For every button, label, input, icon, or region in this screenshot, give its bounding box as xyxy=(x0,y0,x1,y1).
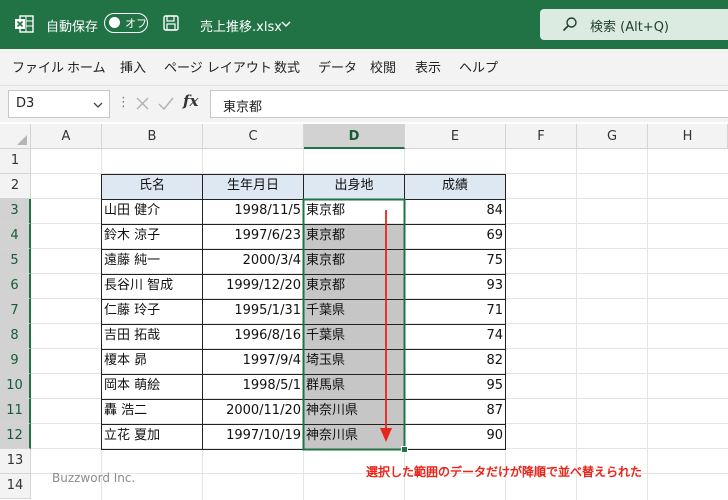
sort-direction-arrow-icon xyxy=(380,210,392,442)
cell-score[interactable]: 75 xyxy=(405,249,503,274)
excel-logo-icon[interactable] xyxy=(14,14,34,34)
annotation-note: 選択した範囲のデータだけが降順で並べ替えられた xyxy=(366,465,643,479)
cell-score[interactable]: 82 xyxy=(405,349,503,374)
cell-birthdate[interactable]: 2000/3/4 xyxy=(203,249,301,274)
watermark: Buzzword Inc. xyxy=(52,471,136,485)
table-header-score[interactable]: 成績 xyxy=(405,174,505,199)
tab-help[interactable]: ヘルプ xyxy=(459,57,498,76)
cell-name[interactable]: 吉田 拓哉 xyxy=(104,324,201,349)
enter-check-icon[interactable] xyxy=(158,96,174,111)
table-header-birthdate[interactable]: 生年月日 xyxy=(203,174,303,199)
formula-bar-grip-icon[interactable]: ⋮ xyxy=(117,95,130,110)
tab-data[interactable]: データ xyxy=(318,57,357,76)
cell-birthdate[interactable]: 1996/8/16 xyxy=(203,324,301,349)
table-header-birthplace[interactable]: 出身地 xyxy=(304,174,404,199)
cell-name[interactable]: 遠藤 純一 xyxy=(104,249,201,274)
name-box[interactable]: D3 xyxy=(8,90,110,118)
autosave-toggle[interactable]: オフ xyxy=(104,13,148,33)
cell-birthdate[interactable]: 1995/1/31 xyxy=(203,299,301,324)
chevron-down-icon[interactable] xyxy=(93,101,103,109)
formula-input[interactable]: 東京都 xyxy=(210,90,728,118)
formula-value: 東京都 xyxy=(223,100,263,115)
toggle-knob xyxy=(109,17,120,28)
insert-function-icon[interactable]: fx xyxy=(183,92,198,110)
cell-score[interactable]: 84 xyxy=(405,199,503,224)
cell-name[interactable]: 山田 健介 xyxy=(104,199,201,224)
search-placeholder: 検索 (Alt+Q) xyxy=(590,20,670,35)
autosave-label: 自動保存 xyxy=(46,20,99,35)
cell-birthdate[interactable]: 1998/5/1 xyxy=(203,374,301,399)
cell-score[interactable]: 95 xyxy=(405,374,503,399)
cell-score[interactable]: 71 xyxy=(405,299,503,324)
cell-birthdate[interactable]: 1997/9/4 xyxy=(203,349,301,374)
cell-score[interactable]: 93 xyxy=(405,274,503,299)
tab-page-layout[interactable]: ページ レイアウト xyxy=(164,57,272,76)
table-header-name[interactable]: 氏名 xyxy=(102,174,202,199)
cell-name[interactable]: 長谷川 智成 xyxy=(104,274,201,299)
cell-name[interactable]: 榎本 昴 xyxy=(104,349,201,374)
cell-name[interactable]: 轟 浩二 xyxy=(104,399,201,424)
name-box-value: D3 xyxy=(16,96,35,111)
cell-score[interactable]: 74 xyxy=(405,324,503,349)
tab-insert[interactable]: 挿入 xyxy=(120,57,146,76)
cell-score[interactable]: 69 xyxy=(405,224,503,249)
tab-formulas[interactable]: 数式 xyxy=(274,57,300,76)
cell-birthdate[interactable]: 2000/11/20 xyxy=(203,399,301,424)
tab-home[interactable]: ホーム xyxy=(67,57,106,76)
chevron-down-icon[interactable] xyxy=(281,19,291,29)
autosave-state: オフ xyxy=(125,17,147,30)
cell-score[interactable]: 90 xyxy=(405,424,503,449)
cell-birthdate[interactable]: 1997/6/23 xyxy=(203,224,301,249)
title-bar: 自動保存 オフ 売上推移.xlsx 検索 (Alt+Q) xyxy=(0,0,728,49)
cell-birthdate[interactable]: 1999/12/20 xyxy=(203,274,301,299)
cell-birthdate[interactable]: 1998/11/5 xyxy=(203,199,301,224)
tab-view[interactable]: 表示 xyxy=(415,57,441,76)
ribbon-tabs: ファイル ホーム 挿入 ページ レイアウト 数式 データ 校閲 表示 ヘルプ xyxy=(0,49,728,86)
formula-bar: D3 ⋮ fx 東京都 xyxy=(0,86,728,122)
cancel-icon[interactable] xyxy=(135,96,150,111)
tab-review[interactable]: 校閲 xyxy=(370,57,396,76)
cell-name[interactable]: 岡本 萌絵 xyxy=(104,374,201,399)
cell-score[interactable]: 87 xyxy=(405,399,503,424)
cell-name[interactable]: 鈴木 涼子 xyxy=(104,224,201,249)
tab-file[interactable]: ファイル xyxy=(12,57,64,76)
cell-birthdate[interactable]: 1997/10/19 xyxy=(203,424,301,449)
cell-name[interactable]: 立花 夏加 xyxy=(104,424,201,449)
worksheet-grid[interactable]: A B C D E F G H 1 2 3 4 5 6 7 8 9 10 11 … xyxy=(0,124,728,500)
save-icon[interactable] xyxy=(162,14,180,32)
file-title[interactable]: 売上推移.xlsx xyxy=(200,16,282,35)
cell-name[interactable]: 仁藤 玲子 xyxy=(104,299,201,324)
search-box[interactable]: 検索 (Alt+Q) xyxy=(540,9,728,40)
search-icon xyxy=(562,17,577,32)
